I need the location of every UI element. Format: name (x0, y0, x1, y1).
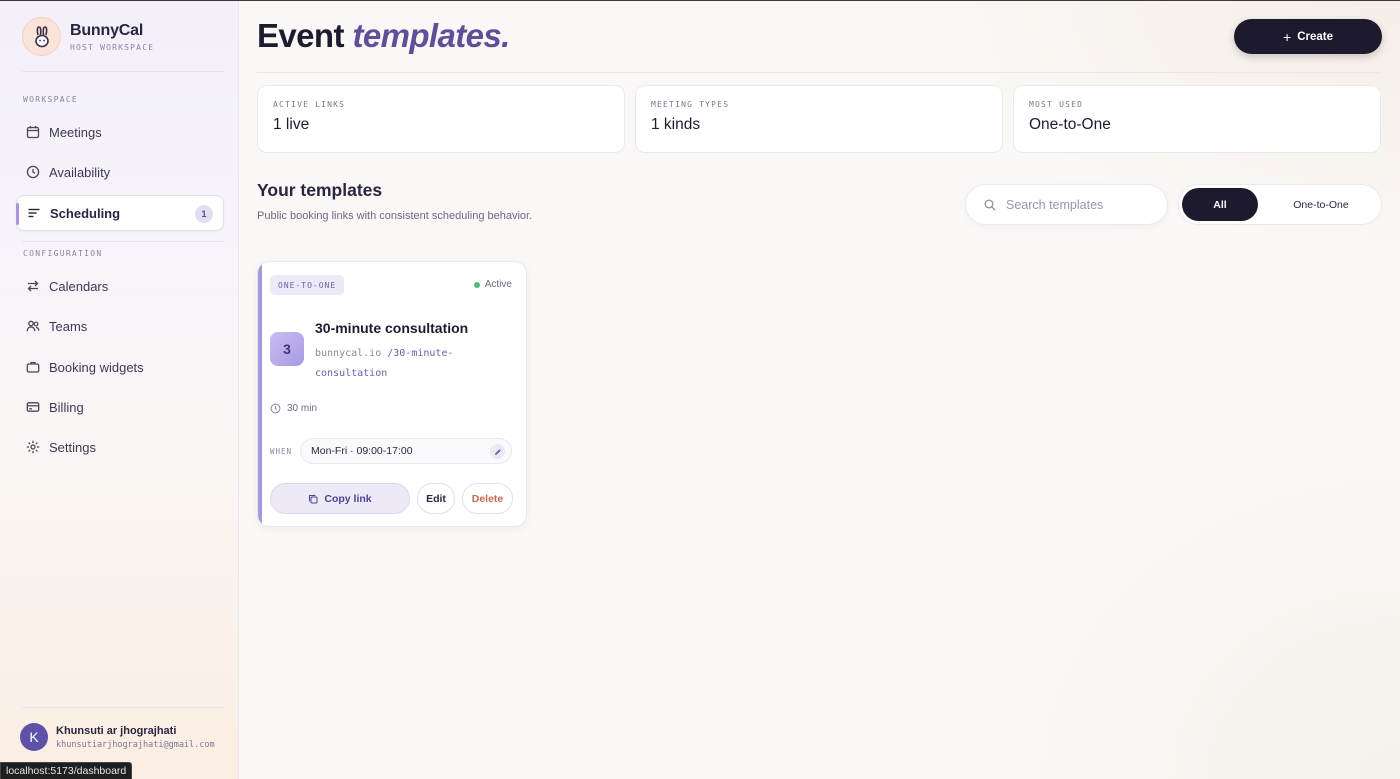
list-icon (26, 206, 41, 221)
create-button-label: Create (1297, 30, 1333, 43)
stat-value: 1 kinds (651, 116, 701, 133)
stat-value: One-to-One (1029, 116, 1111, 133)
when-value: Mon-Fri · 09:00-17:00 (311, 445, 413, 457)
section-subtitle: Public booking links with consistent sch… (257, 210, 533, 222)
brand-name: BunnyCal (70, 21, 144, 39)
when-label: WHEN (270, 447, 293, 456)
brand-subtitle: HOST WORKSPACE (70, 42, 155, 52)
user-name: Khunsuti ar jhograjhati (56, 724, 177, 737)
sidebar: BunnyCal HOST WORKSPACE WORKSPACE Meetin… (0, 1, 239, 779)
template-title: 30-minute consultation (315, 320, 469, 336)
template-url[interactable]: bunnycal.io /30-minute-consultation (315, 344, 515, 384)
filter-toggle: All One-to-One (1178, 184, 1382, 225)
app-root: BunnyCal HOST WORKSPACE WORKSPACE Meetin… (0, 0, 1400, 779)
sidebar-item-calendars[interactable]: Calendars (16, 268, 224, 304)
page-title: Event templates. (257, 17, 510, 55)
search-input[interactable] (1006, 197, 1156, 212)
briefcase-icon (25, 360, 40, 375)
plus-icon: + (1283, 28, 1292, 45)
sidebar-item-label: Availability (49, 164, 111, 180)
sidebar-item-availability[interactable]: Availability (16, 154, 224, 190)
edit-button[interactable]: Edit (417, 483, 455, 514)
clock-icon (25, 165, 40, 180)
brand[interactable]: BunnyCal HOST WORKSPACE (22, 17, 154, 56)
page-title-accent: templates. (352, 17, 510, 54)
bunny-icon (22, 17, 61, 56)
credit-card-icon (25, 400, 40, 415)
duration-label: 30 min (287, 403, 318, 414)
copy-link-label: Copy link (324, 492, 372, 505)
clock-icon (270, 403, 281, 414)
filter-all[interactable]: All (1182, 188, 1258, 221)
sidebar-item-teams[interactable]: Teams (16, 308, 224, 344)
sidebar-item-booking-widgets[interactable]: Booking widgets (16, 349, 224, 385)
sidebar-divider (22, 707, 224, 708)
users-icon (25, 319, 40, 334)
sidebar-item-scheduling[interactable]: Scheduling 1 (16, 195, 224, 231)
stat-card-meeting-types: MEETING TYPES 1 kinds (635, 85, 1003, 153)
sidebar-item-label: Calendars (49, 278, 109, 294)
copy-icon (308, 494, 318, 504)
sidebar-item-billing[interactable]: Billing (16, 389, 224, 425)
avatar: K (20, 723, 48, 751)
browser-status-url: localhost:5173/dashboard (0, 762, 133, 779)
sidebar-item-label: Scheduling (50, 205, 121, 221)
sync-arrows-icon (25, 279, 40, 294)
status-dot-icon (473, 281, 480, 288)
sidebar-item-label: Meetings (49, 124, 102, 140)
card-accent-bar (258, 262, 262, 526)
status-badge: Active (473, 279, 512, 290)
filter-one-to-one[interactable]: One-to-One (1263, 188, 1379, 221)
section-title: Your templates (257, 180, 383, 200)
section-label-workspace: WORKSPACE (23, 95, 79, 104)
delete-button[interactable]: Delete (462, 483, 513, 514)
search-icon (984, 199, 996, 211)
sidebar-item-label: Booking widgets (49, 359, 144, 375)
sidebar-item-settings[interactable]: Settings (16, 429, 224, 465)
sidebar-item-label: Teams (49, 318, 88, 334)
type-tag: ONE-TO-ONE (270, 275, 345, 295)
pencil-icon[interactable] (490, 444, 505, 459)
stat-value: 1 live (273, 116, 310, 133)
copy-link-button[interactable]: Copy link (270, 483, 410, 514)
duration: 30 min (270, 403, 317, 414)
stat-card-active-links: ACTIVE LINKS 1 live (257, 85, 625, 153)
url-domain: bunnycal.io (315, 348, 382, 359)
count-badge: 1 (195, 205, 213, 223)
template-number-badge: 3 (270, 332, 304, 366)
header-divider (257, 72, 1381, 73)
page-title-plain: Event (257, 17, 344, 54)
sidebar-item-meetings[interactable]: Meetings (16, 114, 224, 150)
template-card[interactable]: ONE-TO-ONE Active 3 30-minute consultati… (257, 261, 527, 527)
gear-icon (25, 440, 40, 455)
sidebar-item-label: Billing (49, 399, 84, 415)
sidebar-item-label: Settings (49, 439, 96, 455)
user-profile[interactable]: K Khunsuti ar jhograjhati khunsutiarjhog… (20, 723, 221, 751)
stat-label: MEETING TYPES (651, 100, 730, 109)
stat-card-most-used: MOST USED One-to-One (1013, 85, 1381, 153)
search-box[interactable] (965, 184, 1168, 225)
section-label-configuration: CONFIGURATION (23, 249, 103, 258)
stat-label: MOST USED (1029, 100, 1084, 109)
when-field[interactable]: Mon-Fri · 09:00-17:00 (300, 438, 512, 464)
sidebar-divider (22, 71, 224, 72)
calendar-icon (25, 125, 40, 140)
user-email: khunsutiarjhograjhati@gmail.com (56, 739, 215, 750)
sidebar-divider (22, 241, 224, 242)
stat-label: ACTIVE LINKS (273, 100, 346, 109)
create-button[interactable]: + Create (1234, 19, 1382, 54)
status-label: Active (484, 279, 512, 290)
